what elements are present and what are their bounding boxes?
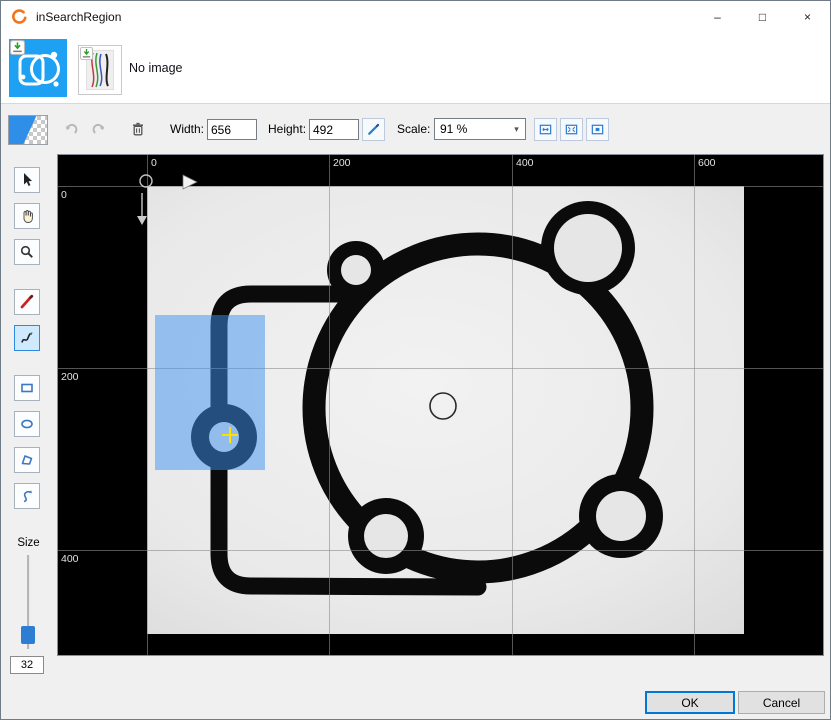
green-input-arrow-icon bbox=[80, 47, 95, 62]
freeform-curve-icon bbox=[19, 488, 35, 504]
color-swatch[interactable] bbox=[8, 115, 48, 145]
preview-strip: No image bbox=[1, 32, 830, 104]
gridline-vertical bbox=[329, 155, 330, 655]
ruler-label-left: 0 bbox=[61, 189, 67, 201]
rectangle-icon bbox=[19, 380, 35, 396]
brush-tool-button[interactable] bbox=[14, 289, 40, 315]
gridline-vertical bbox=[147, 155, 148, 655]
maximize-button[interactable]: □ bbox=[740, 1, 785, 32]
ok-button[interactable]: OK bbox=[645, 691, 735, 714]
freehand-region-tool-button[interactable] bbox=[14, 325, 40, 351]
magnifier-icon bbox=[19, 244, 35, 260]
thumbnail-region-preview[interactable] bbox=[9, 39, 67, 97]
cancel-button[interactable]: Cancel bbox=[738, 691, 825, 714]
lasso-tool-button[interactable] bbox=[14, 483, 40, 509]
ruler-label-top: 200 bbox=[333, 157, 351, 169]
scale-label: Scale: bbox=[397, 122, 430, 136]
app-logo-icon bbox=[10, 8, 28, 26]
tools-panel: Size bbox=[0, 154, 57, 684]
gridline-vertical bbox=[694, 155, 695, 655]
delete-region-button[interactable] bbox=[125, 116, 151, 142]
trash-icon bbox=[130, 121, 146, 137]
blue-pencil-icon bbox=[366, 122, 381, 137]
window-controls: – □ × bbox=[695, 1, 830, 32]
size-value-input[interactable] bbox=[10, 656, 44, 674]
thumbnail-reference-image[interactable] bbox=[78, 45, 122, 95]
image-canvas[interactable]: 0 200 400 600 0 200 400 bbox=[57, 154, 824, 656]
redo-icon bbox=[91, 121, 107, 137]
zoom-actual-button[interactable] bbox=[586, 118, 609, 141]
dialog-window: inSearchRegion – □ × bbox=[0, 0, 831, 720]
gridline-horizontal bbox=[58, 186, 823, 187]
ellipse-icon bbox=[19, 416, 35, 432]
close-button[interactable]: × bbox=[785, 1, 830, 32]
ruler-label-left: 400 bbox=[61, 553, 79, 565]
undo-button[interactable] bbox=[58, 116, 84, 142]
scale-value: 91 % bbox=[435, 122, 508, 136]
height-input[interactable] bbox=[309, 119, 359, 140]
ellipse-tool-button[interactable] bbox=[14, 411, 40, 437]
green-input-arrow-icon bbox=[10, 40, 25, 55]
edit-toolbar: Width: Height: Scale: 91 % ▾ bbox=[1, 104, 830, 154]
size-label: Size bbox=[0, 537, 57, 549]
undo-icon bbox=[63, 121, 79, 137]
scale-dropdown[interactable]: 91 % ▾ bbox=[434, 118, 526, 140]
gridline-horizontal bbox=[58, 550, 823, 551]
ruler-label-left: 200 bbox=[61, 371, 79, 383]
zoom-fit-button[interactable] bbox=[534, 118, 557, 141]
height-label: Height: bbox=[268, 122, 306, 136]
zoom-fill-button[interactable] bbox=[560, 118, 583, 141]
red-brush-icon bbox=[19, 294, 35, 310]
chevron-down-icon: ▾ bbox=[508, 124, 525, 135]
select-tool-button[interactable] bbox=[14, 167, 40, 193]
redo-button[interactable] bbox=[86, 116, 112, 142]
pan-tool-button[interactable] bbox=[14, 203, 40, 229]
width-input[interactable] bbox=[207, 119, 257, 140]
ruler-label-top: 400 bbox=[516, 157, 534, 169]
edit-dimensions-button[interactable] bbox=[362, 118, 385, 141]
ruler-label-top: 600 bbox=[698, 157, 716, 169]
size-slider-thumb[interactable] bbox=[21, 626, 35, 644]
no-image-label: No image bbox=[129, 61, 183, 75]
hand-icon bbox=[19, 208, 35, 224]
zoom-actual-icon bbox=[590, 122, 605, 137]
rectangle-tool-button[interactable] bbox=[14, 375, 40, 401]
freehand-curve-icon bbox=[19, 330, 35, 346]
minimize-button[interactable]: – bbox=[695, 1, 740, 32]
arrow-cursor-icon bbox=[19, 172, 35, 188]
polygon-tool-button[interactable] bbox=[14, 447, 40, 473]
ruler-label-top: 0 bbox=[151, 157, 157, 169]
title-bar[interactable]: inSearchRegion – □ × bbox=[1, 1, 830, 32]
y-axis-arrow-icon bbox=[137, 216, 147, 225]
width-label: Width: bbox=[170, 122, 204, 136]
zoom-fill-icon bbox=[564, 122, 579, 137]
gridline-vertical bbox=[512, 155, 513, 655]
zoom-tool-button[interactable] bbox=[14, 239, 40, 265]
zoom-fit-icon bbox=[538, 122, 553, 137]
window-title: inSearchRegion bbox=[36, 10, 121, 24]
search-region-rectangle[interactable] bbox=[155, 315, 265, 470]
polygon-icon bbox=[19, 452, 35, 468]
foreground-color bbox=[9, 116, 47, 144]
